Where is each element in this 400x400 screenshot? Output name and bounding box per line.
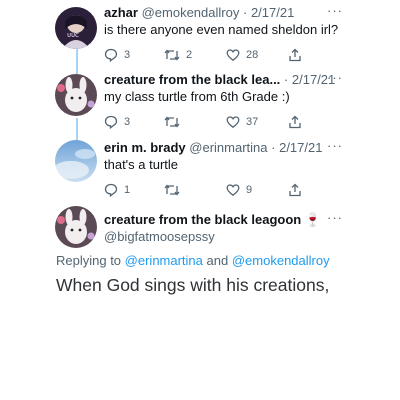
tweet-text: is there anyone even named sheldon irl? [104, 22, 339, 37]
retweet-button[interactable]: 2 [164, 48, 192, 62]
avatar[interactable] [55, 206, 97, 248]
display-name[interactable]: creature from the black lea... [104, 72, 280, 87]
avatar[interactable] [55, 74, 97, 116]
user-handle[interactable]: @emokendallroy [142, 5, 240, 20]
retweet-icon [164, 184, 180, 196]
retweet-button[interactable] [164, 183, 186, 197]
tweet-azhar[interactable]: ᴜᴜᴄ azhar @emokendallroy · 2/17/21 ··· i… [0, 3, 400, 65]
like-count: 28 [246, 49, 259, 61]
replying-and: and [206, 253, 229, 268]
share-icon [289, 183, 301, 197]
reply-count: 1 [124, 184, 131, 196]
retweet-icon [164, 49, 180, 61]
reply-button[interactable]: 3 [104, 115, 130, 129]
user-handle[interactable]: @erinmartina [189, 140, 267, 155]
like-button[interactable]: 9 [226, 183, 252, 197]
reply-icon [104, 115, 118, 129]
wine-glass-icon: 🍷 [304, 212, 322, 227]
tweet-actions: 1 9 [104, 183, 314, 199]
reply-count: 3 [124, 116, 131, 128]
tweet-header: erin m. brady @erinmartina · 2/17/21 [104, 140, 322, 156]
heart-icon [226, 49, 240, 61]
tweet-date[interactable]: 2/17/21 [251, 5, 294, 20]
tweet-header: azhar @emokendallroy · 2/17/21 [104, 5, 294, 21]
display-name[interactable]: creature from the black leagoon [104, 212, 301, 227]
display-name[interactable]: erin m. brady [104, 140, 186, 155]
retweet-count: 2 [186, 49, 193, 61]
share-button[interactable] [288, 115, 302, 129]
replying-to: Replying to @erinmartina and @emokendall… [56, 253, 330, 268]
like-count: 37 [246, 116, 259, 128]
reply-icon [104, 183, 118, 197]
share-icon [289, 115, 301, 129]
tweet-date[interactable]: 2/17/21 [279, 140, 322, 155]
like-button[interactable]: 28 [226, 48, 258, 62]
tweet-header: creature from the black leagoon 🍷 [104, 212, 321, 228]
display-name[interactable]: azhar [104, 5, 138, 20]
reply-button[interactable]: 3 [104, 48, 130, 62]
separator-dot: · [242, 5, 248, 20]
mention-link[interactable]: @erinmartina [125, 253, 203, 268]
tweet-erin[interactable]: erin m. brady @erinmartina · 2/17/21 ···… [0, 138, 400, 200]
tweet-text: my class turtle from 6th Grade :) [104, 89, 290, 104]
tweet-text: that's a turtle [104, 157, 179, 172]
replying-label: Replying to [56, 253, 122, 268]
separator-dot: · [271, 140, 276, 155]
svg-text:ᴜᴜᴄ: ᴜᴜᴄ [67, 31, 79, 39]
tweet-actions: 3 37 [104, 115, 314, 131]
more-options-button[interactable]: ··· [327, 70, 343, 85]
avatar[interactable] [55, 140, 97, 182]
avatar[interactable]: ᴜᴜᴄ [55, 7, 97, 49]
tweet-creature[interactable]: creature from the black lea... · 2/17/21… [0, 70, 400, 132]
tweet-actions: 3 2 28 [104, 48, 314, 64]
user-handle[interactable]: @bigfatmoosepssy [104, 229, 215, 245]
main-tweet-text: When God sings with his creations, [56, 275, 330, 295]
retweet-button[interactable] [164, 115, 186, 129]
heart-icon [226, 116, 240, 128]
heart-icon [226, 184, 240, 196]
more-options-button[interactable]: ··· [327, 210, 343, 225]
like-button[interactable]: 37 [226, 115, 258, 129]
reply-button[interactable]: 1 [104, 183, 130, 197]
reply-icon [104, 48, 118, 62]
separator-dot: · [283, 72, 289, 87]
mention-link[interactable]: @emokendallroy [232, 253, 330, 268]
tweet-header: creature from the black lea... · 2/17/21 [104, 72, 335, 88]
retweet-icon [164, 116, 180, 128]
share-icon [289, 48, 301, 62]
share-button[interactable] [288, 48, 302, 62]
share-button[interactable] [288, 183, 302, 197]
more-options-button[interactable]: ··· [327, 138, 343, 153]
like-count: 9 [246, 184, 253, 196]
more-options-button[interactable]: ··· [327, 3, 343, 18]
reply-count: 3 [124, 49, 131, 61]
